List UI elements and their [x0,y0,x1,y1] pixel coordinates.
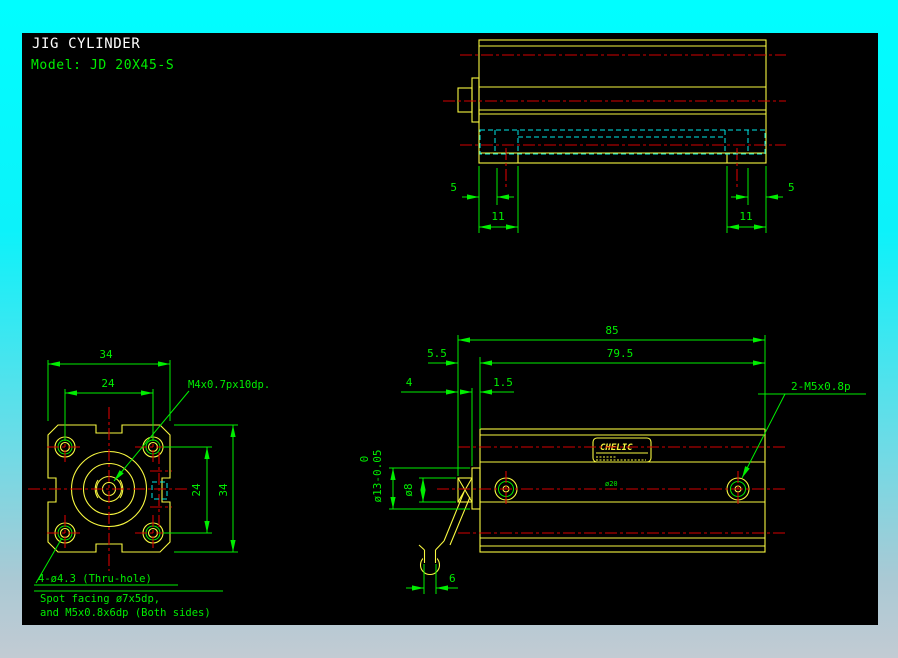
front-view: 34 24 24 34 M4x0.7px10dp. 4-ø4.3 (Thru-h… [28,348,270,619]
page-title: JIG CYLINDER [32,36,140,52]
dim-height-outer: 34 [217,483,230,497]
dim-foot-pitch-left: 11 [491,210,504,223]
rod-flange [471,77,480,123]
dim-flats-width: 6 [449,572,456,585]
dim-body-length: 79.5 [607,347,634,360]
cad-drawing: JIG CYLINDER Model: JD 20X45-S 5 11 5 11… [28,36,866,619]
dim-boss-tol-upper: 0 [358,456,371,463]
dim-rod-dia: ø8 [402,483,415,496]
top-view-hidden-lines [479,129,766,155]
note-thru-hole: 4-ø4.3 (Thru-hole) [38,573,152,585]
main-view-body: CHELIC ø20 [418,428,766,576]
rod-tip [457,87,473,113]
note-spot-facing-2: and M5x0.8x6dp (Both sides) [40,607,211,619]
dim-foot-offset-right: 5 [788,181,795,194]
note-ports: 2-M5x0.8p [791,380,851,393]
dim-rod-extension: 5.5 [427,347,447,360]
front-view-dimensions: 34 24 24 34 M4x0.7px10dp. 4-ø4.3 (Thru-h… [34,348,270,619]
title-block: JIG CYLINDER Model: JD 20X45-S [31,36,174,73]
note-tap: M4x0.7px10dp. [188,379,270,391]
dim-foot-pitch-right: 11 [739,210,752,223]
drawing-frame: JIG CYLINDER Model: JD 20X45-S 5 11 5 11… [0,0,898,658]
brand-name: CHELIC [600,443,633,453]
main-view: CHELIC ø20 85 79.5 5.5 4 1.5 ø13-0.05 0 … [358,324,866,594]
model-label: Model: JD 20X45-S [31,58,174,73]
chelic-label: CHELIC [592,437,652,463]
dim-width-outer: 34 [99,348,113,361]
dim-width-bolt: 24 [101,377,115,390]
top-view: 5 11 5 11 [443,39,795,233]
dim-height-bolt: 24 [190,483,203,497]
top-view-centerlines [443,54,786,188]
note-bore: ø20 [605,480,618,488]
dim-boss-height: 1.5 [493,376,513,389]
dim-boss-dia: ø13-0.05 [371,450,384,503]
top-view-dimensions: 5 11 5 11 [450,166,795,233]
dim-foot-offset-left: 5 [450,181,457,194]
note-spot-facing-1: Spot facing ø7x5dp, [40,593,160,605]
dim-rod-tip: 4 [406,376,413,389]
dim-overall-length: 85 [605,324,618,337]
drawing-canvas: JIG CYLINDER Model: JD 20X45-S 5 11 5 11… [22,33,878,625]
